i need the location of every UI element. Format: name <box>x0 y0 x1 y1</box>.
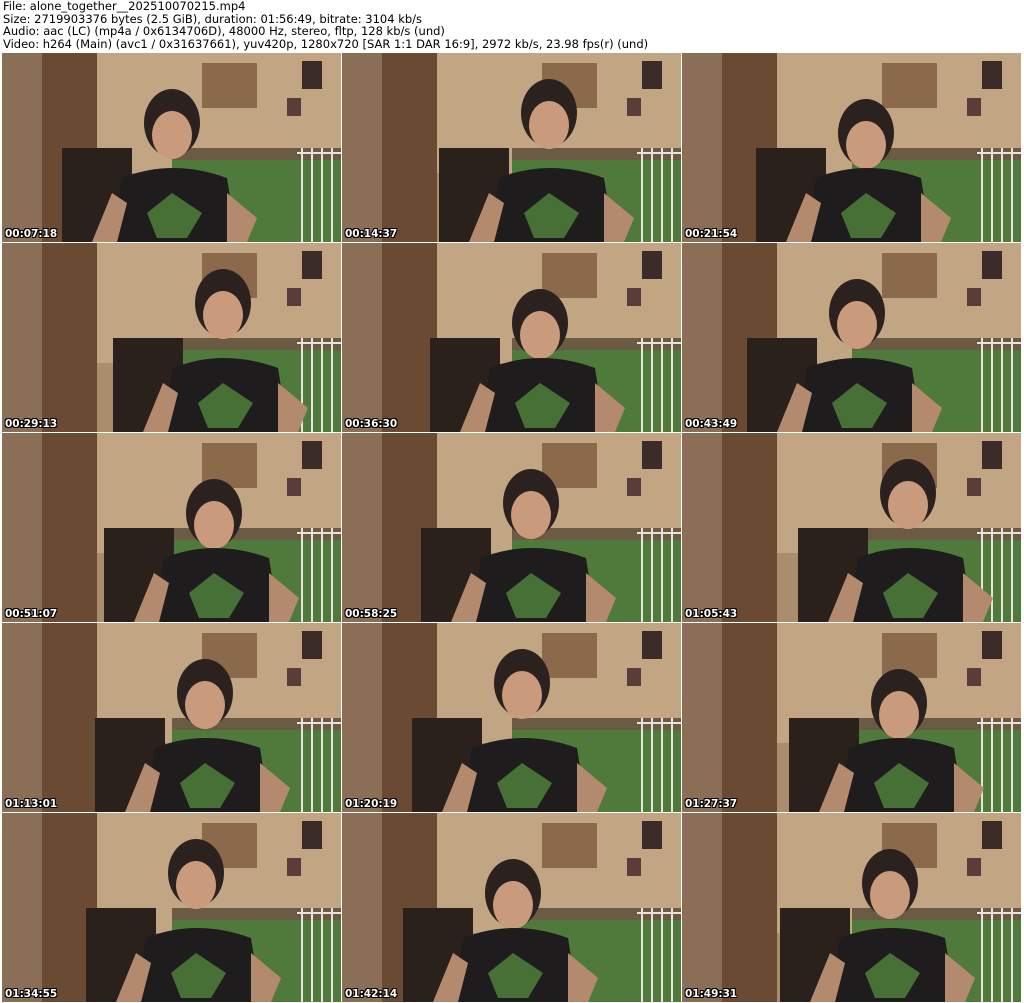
video-thumbnail[interactable]: 00:51:07 <box>2 433 341 622</box>
thumbnail-timestamp: 00:43:49 <box>685 418 738 430</box>
thumbnail-timestamp: 00:29:13 <box>5 418 58 430</box>
video-thumbnail[interactable]: 01:05:43 <box>682 433 1021 622</box>
video-thumbnail[interactable]: 01:49:31 <box>682 813 1021 1002</box>
frame-image <box>342 53 681 242</box>
file-info-header: File: alone_together__202510070215.mp4 S… <box>3 0 1021 52</box>
frame-image <box>682 623 1021 812</box>
video-thumbnail[interactable]: 00:07:18 <box>2 53 341 242</box>
video-thumbnail[interactable]: 01:20:19 <box>342 623 681 812</box>
video-thumbnail[interactable]: 00:29:13 <box>2 243 341 432</box>
thumbnail-timestamp: 00:07:18 <box>5 228 58 240</box>
frame-image <box>682 813 1021 1002</box>
video-thumbnail[interactable]: 00:36:30 <box>342 243 681 432</box>
frame-image <box>682 433 1021 622</box>
thumbnail-timestamp: 01:34:55 <box>5 988 58 1000</box>
thumbnail-timestamp: 01:20:19 <box>345 798 398 810</box>
frame-image <box>2 243 341 432</box>
frame-image <box>342 243 681 432</box>
video-thumbnail[interactable]: 00:14:37 <box>342 53 681 242</box>
frame-image <box>682 243 1021 432</box>
thumbnail-timestamp: 00:14:37 <box>345 228 398 240</box>
video-thumbnail[interactable]: 01:34:55 <box>2 813 341 1002</box>
video-thumbnail[interactable]: 01:42:14 <box>342 813 681 1002</box>
thumbnail-timestamp: 00:21:54 <box>685 228 738 240</box>
frame-image <box>2 623 341 812</box>
thumbnail-timestamp: 01:42:14 <box>345 988 398 1000</box>
thumbnail-timestamp: 00:58:25 <box>345 608 398 620</box>
thumbnail-timestamp: 01:05:43 <box>685 608 738 620</box>
video-thumbnail[interactable]: 01:13:01 <box>2 623 341 812</box>
video-info-line: Video: h264 (Main) (avc1 / 0x31637661), … <box>3 36 649 51</box>
thumbnail-grid: 00:07:18 00:14:37 00:21:54 00:29:13 00:36:30… <box>2 53 1022 1003</box>
frame-image <box>2 433 341 622</box>
file-name-line: File: alone_together__202510070215.mp4 <box>3 0 246 13</box>
frame-image <box>342 623 681 812</box>
frame-image <box>682 53 1021 242</box>
thumbnail-timestamp: 00:36:30 <box>345 418 398 430</box>
audio-info-line: Audio: aac (LC) (mp4a / 0x6134706D), 480… <box>3 24 445 39</box>
frame-image <box>2 53 341 242</box>
frame-image <box>342 433 681 622</box>
thumbnail-timestamp: 01:49:31 <box>685 988 738 1000</box>
frame-image <box>2 813 341 1002</box>
video-thumbnail[interactable]: 00:21:54 <box>682 53 1021 242</box>
video-thumbnail[interactable]: 00:58:25 <box>342 433 681 622</box>
thumbnail-timestamp: 01:13:01 <box>5 798 58 810</box>
thumbnail-timestamp: 01:27:37 <box>685 798 738 810</box>
video-thumbnail[interactable]: 00:43:49 <box>682 243 1021 432</box>
frame-image <box>342 813 681 1002</box>
thumbnail-timestamp: 00:51:07 <box>5 608 58 620</box>
video-thumbnail[interactable]: 01:27:37 <box>682 623 1021 812</box>
